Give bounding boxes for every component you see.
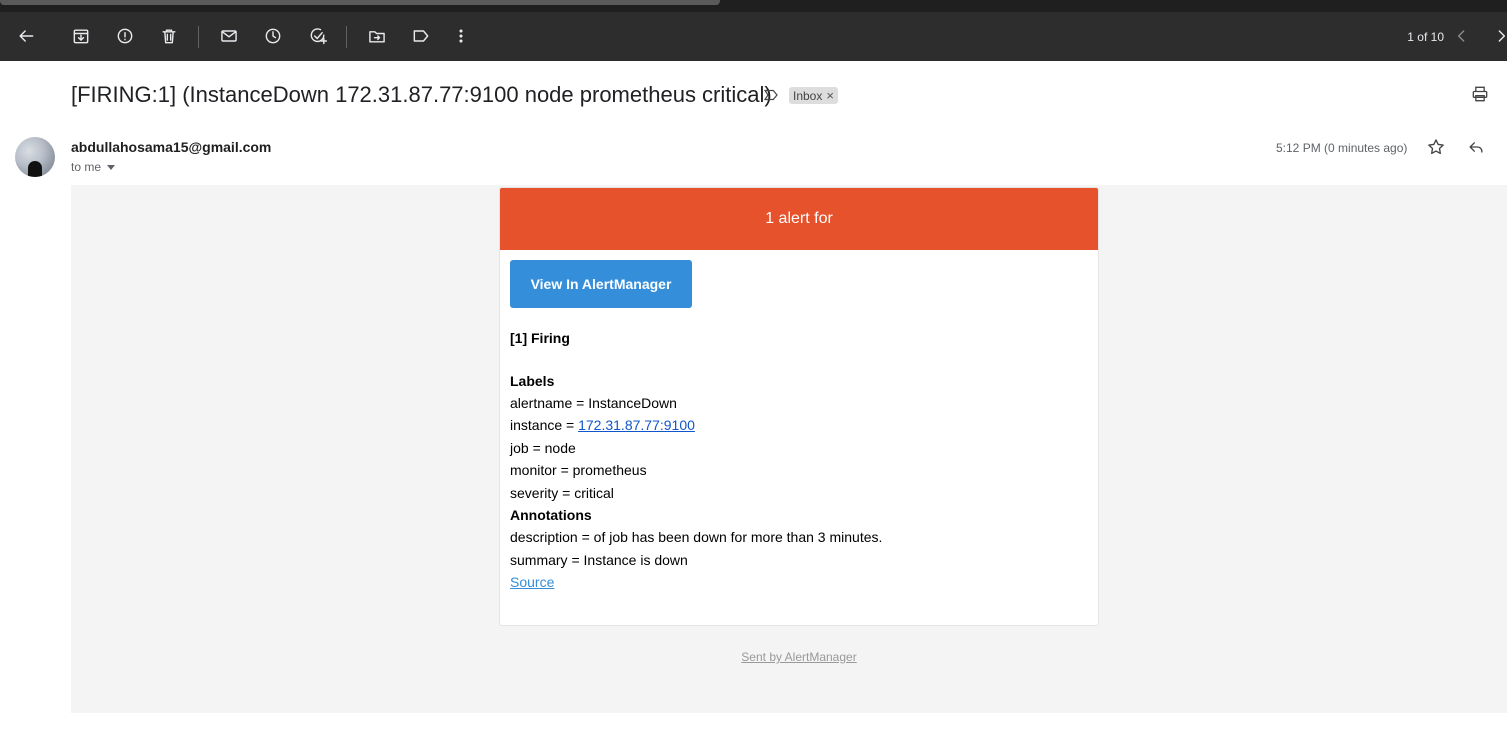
star-icon[interactable] — [1426, 137, 1448, 159]
more-vert-icon[interactable] — [449, 24, 473, 48]
email-subject: [FIRING:1] (InstanceDown 172.31.87.77:91… — [71, 82, 772, 107]
alert-header: 1 alert for — [500, 188, 1098, 250]
importance-label-icon[interactable] — [762, 86, 782, 104]
sent-by-alertmanager-link[interactable]: Sent by AlertManager — [741, 650, 856, 664]
move-to-icon[interactable] — [365, 24, 389, 48]
mark-unread-icon[interactable] — [217, 24, 241, 48]
inbox-label-chip: Inbox × — [789, 87, 838, 104]
firing-title: [1] Firing — [510, 330, 570, 346]
print-icon[interactable] — [1470, 84, 1492, 106]
recipient-label: to me — [71, 160, 102, 174]
instance-prefix: instance = — [510, 417, 579, 433]
alert-card: 1 alert for View In AlertManager [1] Fir… — [499, 187, 1099, 626]
annotation-description: description = of job has been down for m… — [510, 529, 883, 545]
label-instance: instance = 172.31.87.77:9100 — [510, 417, 695, 433]
snooze-icon[interactable] — [261, 24, 285, 48]
label-severity: severity = critical — [510, 485, 614, 501]
toolbar-divider — [346, 26, 347, 48]
older-chevron-icon[interactable] — [1489, 24, 1507, 48]
archive-icon[interactable] — [69, 24, 93, 48]
delete-icon[interactable] — [157, 24, 181, 48]
email-timestamp: 5:12 PM (0 minutes ago) — [1276, 141, 1408, 155]
sender-email[interactable]: abdullahosama15@gmail.com — [71, 139, 271, 155]
newer-chevron-icon[interactable] — [1450, 24, 1474, 48]
label-icon[interactable] — [409, 24, 433, 48]
reply-icon[interactable] — [1466, 137, 1488, 159]
sender-avatar[interactable] — [15, 137, 55, 177]
view-in-alertmanager-button[interactable]: View In AlertManager — [510, 260, 692, 308]
instance-link[interactable]: 172.31.87.77:9100 — [578, 417, 695, 433]
labels-heading: Labels — [510, 373, 555, 389]
recipient-line: to me — [71, 160, 116, 174]
annotation-summary: summary = Instance is down — [510, 552, 688, 568]
label-job: job = node — [510, 440, 576, 456]
toolbar-divider — [198, 26, 199, 48]
show-details-dropdown-icon[interactable] — [107, 164, 116, 170]
email-body: 1 alert for View In AlertManager [1] Fir… — [71, 185, 1507, 713]
label-alertname: alertname = InstanceDown — [510, 395, 677, 411]
back-arrow-icon[interactable] — [14, 24, 38, 48]
mail-toolbar: 1 of 10 — [0, 12, 1507, 61]
email-footer: Sent by AlertManager — [71, 650, 1507, 664]
pager-count: 1 of 10 — [1407, 30, 1444, 44]
horizontal-scrollbar[interactable] — [0, 0, 720, 5]
source-link[interactable]: Source — [510, 574, 554, 590]
annotations-heading: Annotations — [510, 507, 592, 523]
add-task-icon[interactable] — [306, 24, 330, 48]
report-spam-icon[interactable] — [113, 24, 137, 48]
window-top-strip — [0, 0, 1507, 12]
inbox-chip-label: Inbox — [793, 88, 823, 103]
remove-label-icon[interactable]: × — [826, 88, 834, 103]
label-monitor: monitor = prometheus — [510, 462, 647, 478]
